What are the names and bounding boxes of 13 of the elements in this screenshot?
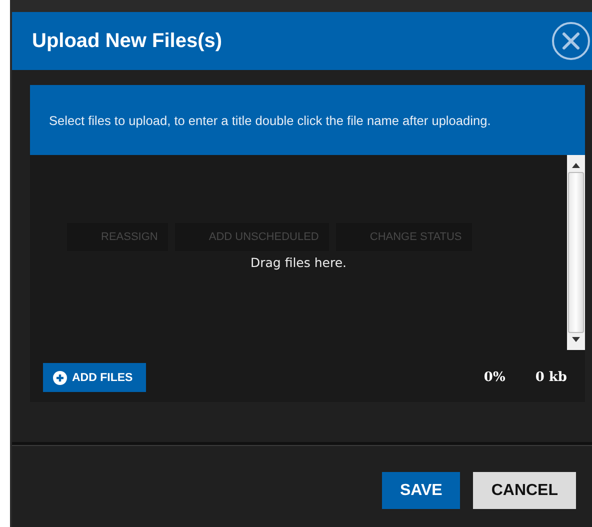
add-files-button[interactable]: ADD FILES xyxy=(43,363,146,392)
upload-size: 0 kb xyxy=(535,370,567,385)
dialog-title: Upload New Files(s) xyxy=(32,30,222,52)
scrollbar[interactable] xyxy=(567,155,585,350)
upload-percent: 0% xyxy=(484,370,506,385)
drop-hint: Drag files here. xyxy=(250,255,346,270)
instruction-banner: Select files to upload, to enter a title double click the file name after uploading. xyxy=(30,85,585,155)
cancel-button[interactable]: CANCEL xyxy=(473,472,576,509)
scroll-down-icon[interactable] xyxy=(572,337,580,343)
close-icon[interactable] xyxy=(552,22,590,60)
plus-circle-icon xyxy=(53,370,67,384)
scroll-up-icon[interactable] xyxy=(572,162,580,168)
save-button[interactable]: SAVE xyxy=(382,472,460,509)
